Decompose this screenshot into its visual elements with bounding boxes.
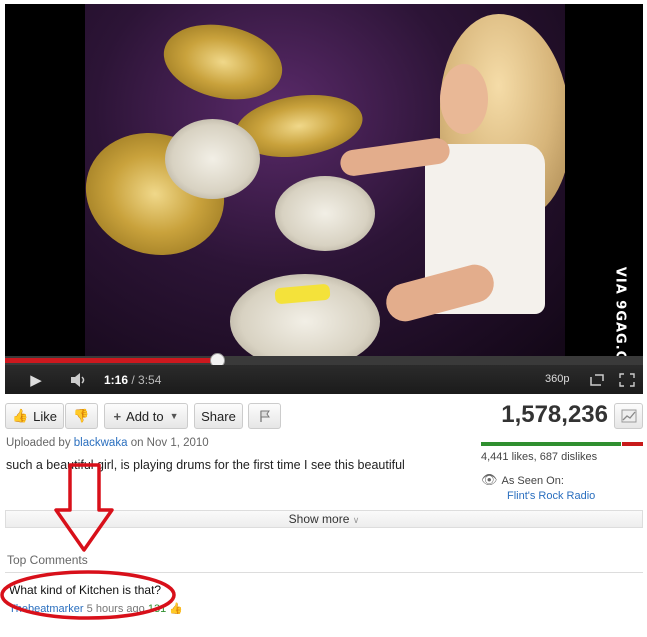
like-label: Like <box>33 408 58 424</box>
comment-meta: Thebeatmarker 5 hours ago 131 👍 <box>9 602 183 615</box>
chevron-down-icon: ∨ <box>352 515 360 525</box>
time-display: 1:16 / 3:54 <box>104 373 161 387</box>
dislike-button[interactable]: 👎 <box>65 403 98 429</box>
video-description: such a beautiful girl, is playing drums … <box>6 458 405 472</box>
stats-button[interactable] <box>614 403 643 429</box>
chevron-down-icon: ▼ <box>169 411 179 421</box>
eye-icon: 👁 <box>481 472 498 487</box>
upload-date: on Nov 1, 2010 <box>130 437 209 449</box>
add-to-label: Add to <box>126 408 164 424</box>
show-more-label: Show more <box>288 512 350 526</box>
likes-bar <box>481 442 622 446</box>
as-seen-on: 👁 As Seen On: <box>481 472 564 488</box>
comment-author-link[interactable]: Thebeatmarker <box>9 603 84 615</box>
add-to-button[interactable]: + Add to ▼ <box>104 403 188 429</box>
drum <box>165 119 260 199</box>
cymbal <box>156 14 290 110</box>
show-more-button[interactable]: Show more ∨ <box>5 510 643 528</box>
time-duration: 3:54 <box>138 373 162 387</box>
progress-bar[interactable] <box>5 353 643 368</box>
stats-icon <box>621 409 636 423</box>
video-player[interactable]: VIA 9GAG.COM ▶ 1:16 / 3:54 360p <box>5 4 643 394</box>
play-button[interactable]: ▶ <box>19 365 53 394</box>
thumbs-up-icon: 👍 <box>11 408 29 423</box>
uploader-link[interactable]: blackwaka <box>74 437 128 449</box>
divider <box>5 572 643 573</box>
upload-info: Uploaded by blackwaka on Nov 1, 2010 <box>6 437 209 449</box>
flag-button[interactable] <box>248 403 281 429</box>
dislikes-bar <box>622 442 643 446</box>
expand-icon <box>619 372 635 387</box>
share-button[interactable]: Share <box>194 403 243 429</box>
view-count: 1,578,236 <box>501 401 608 428</box>
arrow-annotation <box>54 463 114 552</box>
plus-icon: + <box>113 408 122 424</box>
progress-played <box>5 358 217 363</box>
quality-button[interactable]: 360p <box>545 373 569 385</box>
performer-face <box>440 64 488 134</box>
popout-button[interactable] <box>583 365 611 394</box>
like-button[interactable]: 👍 Like <box>5 403 64 429</box>
play-icon: ▶ <box>30 371 42 389</box>
drum <box>275 176 375 251</box>
share-label: Share <box>201 408 236 424</box>
comment-text: What kind of Kitchen is that? <box>9 583 162 597</box>
player-controls: ▶ 1:16 / 3:54 360p <box>5 365 643 394</box>
flag-icon <box>259 410 270 422</box>
volume-icon <box>71 372 85 387</box>
volume-button[interactable] <box>63 365 95 394</box>
popout-icon <box>590 373 604 386</box>
comment-votes: 131 <box>147 603 167 615</box>
video-frame[interactable] <box>85 4 565 362</box>
fullscreen-button[interactable] <box>613 365 641 394</box>
as-seen-on-source-link[interactable]: Flint's Rock Radio <box>507 490 595 502</box>
comment-age: 5 hours ago <box>86 603 145 615</box>
thumbs-up-outline-icon[interactable]: 👍 <box>169 603 183 615</box>
as-seen-on-label: As Seen On: <box>501 475 564 487</box>
uploaded-prefix: Uploaded by <box>6 437 71 449</box>
top-comments-heading: Top Comments <box>7 553 88 567</box>
likes-dislikes-count: 4,441 likes, 687 dislikes <box>481 451 598 463</box>
time-separator: / <box>128 373 139 387</box>
time-current: 1:16 <box>104 373 129 387</box>
thumbs-down-icon: 👎 <box>73 408 90 423</box>
